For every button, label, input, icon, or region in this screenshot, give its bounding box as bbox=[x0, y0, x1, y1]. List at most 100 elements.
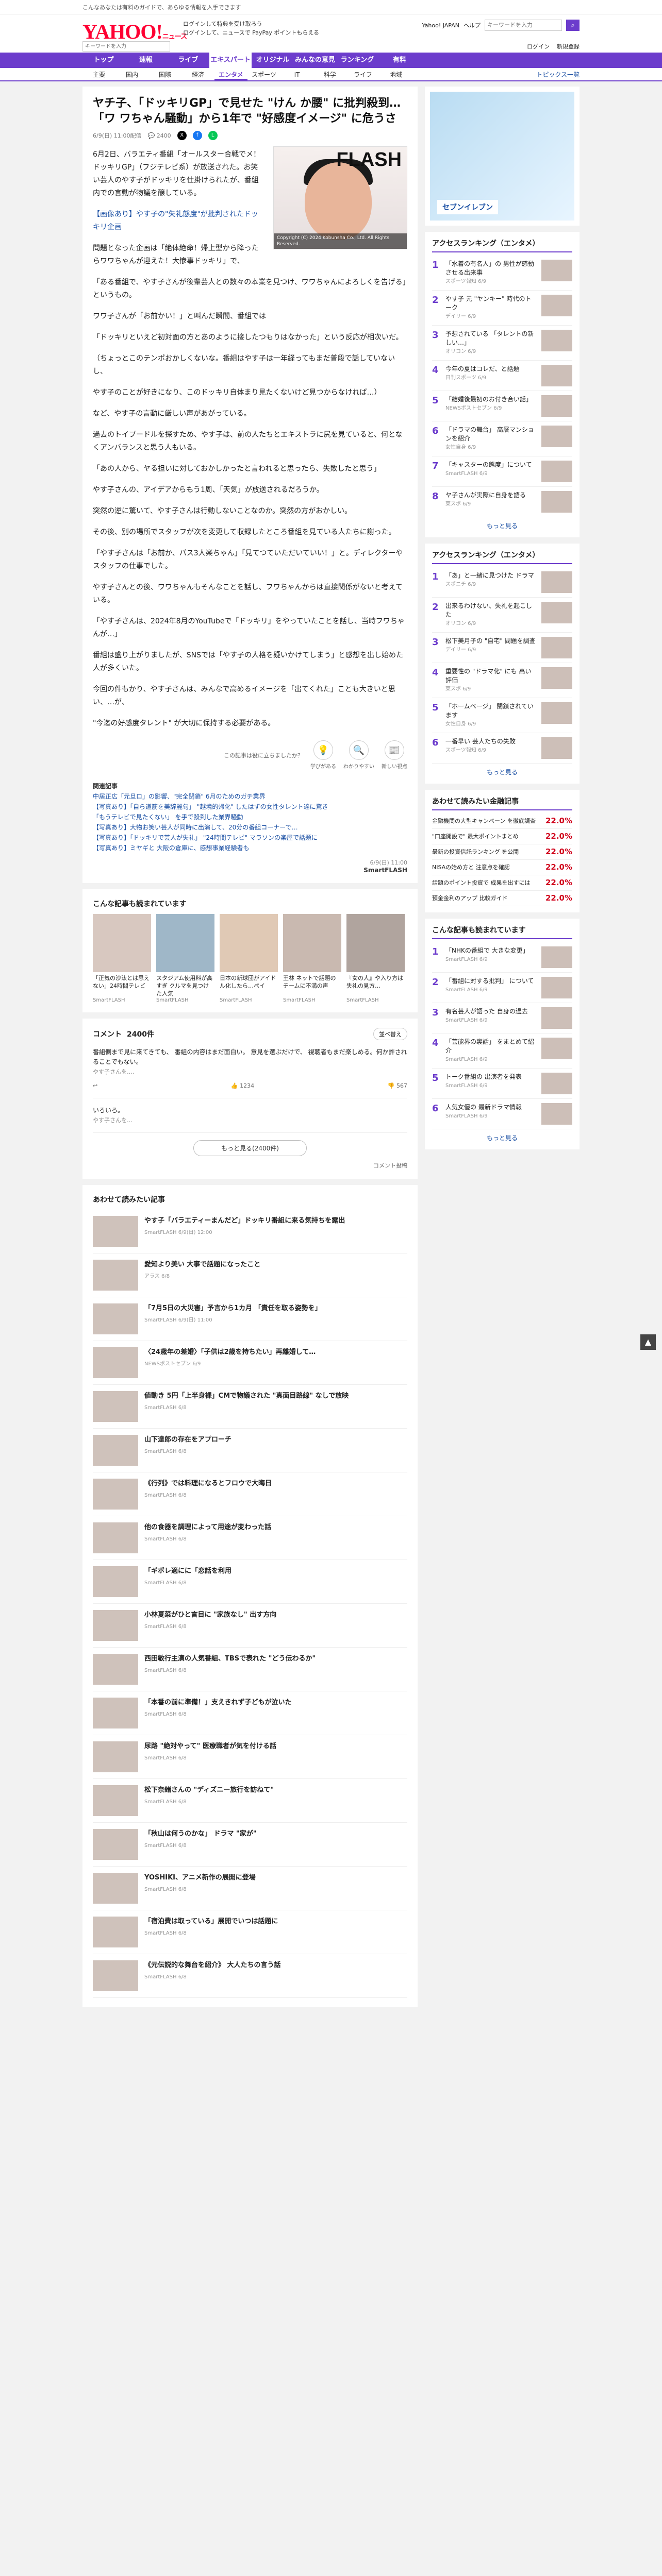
yahoo-logo[interactable]: YAHOO!ニュース bbox=[82, 20, 187, 44]
facebook-share-icon[interactable]: f bbox=[192, 131, 202, 140]
nav-item[interactable]: 有料 bbox=[378, 53, 421, 68]
related-link[interactable]: 【写真あり】ミヤギと 大阪の倉庫に、感想事業経験者も bbox=[93, 844, 249, 852]
comments-sort-button[interactable]: 並べ替え bbox=[373, 1028, 407, 1040]
category-tab[interactable]: 主要 bbox=[82, 68, 115, 80]
readers-also-item[interactable]: スタジアム使用料が高すぎ クルマを見つけた人気 SmartFLASH bbox=[156, 914, 214, 1003]
comment-disagree-button[interactable]: 👎 567 bbox=[388, 1081, 407, 1091]
related-link[interactable]: 【写真あり】大物お笑い芸人が同時に出演して、20分の番組コーナーで… bbox=[93, 824, 298, 831]
ranking-item[interactable]: 5 トーク番組の 出演者を発表 SmartFLASH 6/9 bbox=[432, 1069, 572, 1099]
comment-policy-link[interactable]: コメント投稿 bbox=[93, 1161, 407, 1170]
related-link[interactable]: 【写真あり】「自ら道筋を美辞麗句」 "越境的帰化" したはずの女性タレント達に驚… bbox=[93, 803, 328, 810]
side-related-more[interactable]: もっと見る bbox=[432, 1129, 572, 1143]
image-article-link[interactable]: 【画像あり】やす子の"失礼態度"が批判されたドッキリ企画 bbox=[93, 210, 258, 231]
comment-reply-button[interactable]: ↩ bbox=[93, 1081, 97, 1091]
recommend-item[interactable]: 小林夏菜がひと言目に "家族なし" 出す方向 SmartFLASH 6/8 bbox=[93, 1604, 407, 1648]
recommend-item[interactable]: 愛知より美い 大事で話題になったこと アラス 6/8 bbox=[93, 1253, 407, 1297]
category-tab[interactable]: 国内 bbox=[115, 68, 148, 80]
recommend-item[interactable]: 山下達郎の存在をアプローチ SmartFLASH 6/8 bbox=[93, 1429, 407, 1472]
recommend-item[interactable]: 「ギボレ適にに「恋話を利用 SmartFLASH 6/8 bbox=[93, 1560, 407, 1604]
ranking-item[interactable]: 1 「水着の有名人」の 男性が感動させる出来事 スポーツ報知 6/9 bbox=[432, 256, 572, 291]
nav-item-active[interactable]: エキスパート bbox=[209, 53, 252, 68]
category-tab-active[interactable]: エンタメ bbox=[214, 68, 247, 80]
recommend-item[interactable]: 西田敏行主演の人気番組、TBSで表れた "どう伝わるか" SmartFLASH 6… bbox=[93, 1648, 407, 1691]
ranking-item[interactable]: 2 「番組に対する批判」 について SmartFLASH 6/9 bbox=[432, 973, 572, 1003]
recommend-item[interactable]: 《元伝説的な舞台を紹介》 大人たちの言う話 SmartFLASH 6/8 bbox=[93, 1954, 407, 1998]
ranking-item[interactable]: 3 有名芸人が語った 自身の過去 SmartFLASH 6/9 bbox=[432, 1003, 572, 1033]
category-tab[interactable]: 国際 bbox=[148, 68, 181, 80]
yahoo-japan-link[interactable]: Yahoo! JAPAN bbox=[422, 22, 459, 29]
ranking-item[interactable]: 7 「キャスターの態度」について SmartFLASH 6/9 bbox=[432, 456, 572, 487]
recommend-item[interactable]: 尿路 "絶対やって" 医療職者が気を付ける話 SmartFLASH 6/8 bbox=[93, 1735, 407, 1779]
reaction-new-view-button[interactable]: 📰 新しい視点 bbox=[382, 740, 407, 770]
finance-item[interactable]: NISAの始め方と 注意点を確認 22.0% bbox=[432, 860, 572, 875]
recommend-item[interactable]: 《行列》では料理になるとフロウで大晦日 SmartFLASH 6/8 bbox=[93, 1472, 407, 1516]
readers-also-item[interactable]: 「正気の沙汰とは思えない」24時間テレビ SmartFLASH bbox=[93, 914, 151, 1003]
help-link[interactable]: ヘルプ bbox=[464, 21, 481, 29]
recommend-item[interactable]: やす子「バラエティーまんだど」ドッキリ番組に来る気持ちを露出 SmartFLASH… bbox=[93, 1210, 407, 1253]
login-link[interactable]: ログイン bbox=[527, 42, 550, 50]
finance-item[interactable]: 金融機関の大型キャンペーン を徹底調査 22.0% bbox=[432, 814, 572, 829]
ranking-item[interactable]: 8 ヤ子さんが実際に自身を語る 東スポ 6/9 bbox=[432, 487, 572, 517]
category-tab[interactable]: スポーツ bbox=[247, 68, 280, 80]
category-tab[interactable]: 経済 bbox=[181, 68, 214, 80]
recommend-item[interactable]: 他の食器を調理によって用途が変わった話 SmartFLASH 6/8 bbox=[93, 1516, 407, 1560]
category-tab[interactable]: 科学 bbox=[313, 68, 346, 80]
header-link-1[interactable]: ログインして特典を受け取ろう bbox=[183, 20, 319, 28]
ranking-item[interactable]: 4 今年の夏はコレだ、と話題 日刊スポーツ 6/9 bbox=[432, 361, 572, 391]
sidebar-ad[interactable]: セブンイレブン bbox=[425, 87, 580, 226]
search-input[interactable] bbox=[485, 20, 562, 31]
recommend-item[interactable]: 「本番の前に準備！」支えきれず子どもが泣いた SmartFLASH 6/8 bbox=[93, 1691, 407, 1735]
category-tab[interactable]: ライフ bbox=[346, 68, 379, 80]
recommend-item[interactable]: YOSHIKI、アニメ新作の展開に登場 SmartFLASH 6/8 bbox=[93, 1867, 407, 1910]
line-share-icon[interactable]: L bbox=[208, 131, 218, 140]
article-photo[interactable]: FLASH Copyright (C) 2024 Kobunsha Co., L… bbox=[273, 146, 407, 249]
search-button[interactable]: ⌕ bbox=[566, 20, 580, 31]
comment-author[interactable]: やす子さんを… bbox=[93, 1115, 407, 1125]
related-link[interactable]: 「もうテレビで見たくない」 を手で殺到した業界騒動 bbox=[93, 814, 243, 821]
nav-item[interactable]: トップ bbox=[82, 53, 125, 68]
ranking-item[interactable]: 1 「あ」と一緒に見つけた ドラマ スポニチ 6/9 bbox=[432, 567, 572, 598]
ranking-item[interactable]: 2 やす子 元 "ヤンキー" 時代のトーク デイリー 6/9 bbox=[432, 291, 572, 326]
source-name[interactable]: SmartFLASH bbox=[93, 867, 407, 874]
recommend-item[interactable]: 「7月5日の大災害」予言から1カ月 「責任を取る姿勢を」 SmartFLASH 6… bbox=[93, 1297, 407, 1341]
nav-item[interactable]: ランキング bbox=[336, 53, 378, 68]
nav-item[interactable]: 速報 bbox=[125, 53, 167, 68]
access-ranking-2-more[interactable]: もっと見る bbox=[432, 764, 572, 777]
readers-also-item[interactable]: 日本の新球団がアイドル化したら…ペイ SmartFLASH bbox=[220, 914, 278, 1003]
ranking-item[interactable]: 1 「NHKの番組で 大きな変更」 SmartFLASH 6/9 bbox=[432, 942, 572, 973]
ranking-item[interactable]: 6 「ドラマの舞台」 高層マンションを紹介 女性自身 6/9 bbox=[432, 421, 572, 456]
comment-count[interactable]: 💬 2400 bbox=[147, 132, 171, 139]
nav-item[interactable]: ライブ bbox=[167, 53, 209, 68]
reaction-learn-button[interactable]: 💡 学びがある bbox=[310, 740, 336, 770]
ranking-item[interactable]: 6 人気女優の 最新ドラマ情報 SmartFLASH 6/9 bbox=[432, 1099, 572, 1129]
promo-bar[interactable]: こんなあなたは有料のガイドで、あらゆる情報を入手できます bbox=[0, 0, 662, 14]
comment-agree-button[interactable]: 👍 1234 bbox=[231, 1081, 254, 1091]
promo-text[interactable]: こんなあなたは有料のガイドで、あらゆる情報を入手できます bbox=[82, 3, 241, 11]
x-share-icon[interactable]: X bbox=[177, 131, 187, 140]
readers-also-item[interactable]: 『女の人』や入り方は失礼の見方… SmartFLASH bbox=[346, 914, 405, 1003]
nav-item[interactable]: みんなの意見 bbox=[294, 53, 336, 68]
readers-also-item[interactable]: 王林 ネットで話題のチームに不満の声 SmartFLASH bbox=[283, 914, 341, 1003]
recommend-item[interactable]: 松下奈緒さんの "ディズニー旅行を訪ねて" SmartFLASH 6/8 bbox=[93, 1779, 407, 1823]
category-tab[interactable]: 地域 bbox=[379, 68, 412, 80]
ranking-item[interactable]: 5 「結婚後最初のお付き合い話」 NEWSポストセブン 6/9 bbox=[432, 391, 572, 421]
category-tab[interactable]: IT bbox=[280, 68, 313, 80]
recommend-item[interactable]: 値動き 5円「上半身裸」CMで物議された "真面目路線" なしで放映 SmartF… bbox=[93, 1385, 407, 1429]
recommend-item[interactable]: 〈24歳年の差婚〉「子供は2歳を持ちたい」再離婚して… NEWSポストセブン 6/… bbox=[93, 1341, 407, 1385]
ranking-item[interactable]: 6 一番早い 芸人たちの失敗 スポーツ報知 6/9 bbox=[432, 733, 572, 764]
ranking-item[interactable]: 4 重要性の "ドラマ化" にも 高い評価 東スポ 6/9 bbox=[432, 663, 572, 698]
header-link-2[interactable]: ログインして、ニュースで PayPay ポイントもらえる bbox=[183, 28, 319, 37]
ranking-item[interactable]: 2 出来るわけない、失礼を起こした オリコン 6/9 bbox=[432, 598, 572, 633]
register-link[interactable]: 新規登録 bbox=[557, 42, 580, 50]
finance-item[interactable]: 最新の投資信託ランキング を公開 22.0% bbox=[432, 844, 572, 860]
related-link[interactable]: 中居正広「元旦ロ」の影響、"完全閉鎖" 6月のためのガチ業界 bbox=[93, 793, 266, 800]
ranking-item[interactable]: 3 松下美月子の "自宅" 問題を調査 デイリー 6/9 bbox=[432, 633, 572, 663]
page-top-button[interactable]: ▲ bbox=[640, 1334, 656, 1350]
related-link[interactable]: 【写真あり】「ドッキリで芸人が失礼」 "24時間テレビ" マラソンの楽屋で話題に bbox=[93, 834, 318, 841]
finance-item[interactable]: 預金金利のアップ 比較ガイド 22.0% bbox=[432, 891, 572, 906]
more-comments-button[interactable]: もっと見る(2400件) bbox=[193, 1140, 307, 1156]
recommend-item[interactable]: 「宿泊費は取っている」展開でいつは話題に SmartFLASH 6/8 bbox=[93, 1910, 407, 1954]
finance-item[interactable]: 話題のポイント投資で 成果を出すには 22.0% bbox=[432, 875, 572, 891]
finance-item[interactable]: "口座開設で" 最大ポイントまとめ 22.0% bbox=[432, 829, 572, 844]
ranking-item[interactable]: 4 「芸能界の裏話」 をまとめて紹介 SmartFLASH 6/9 bbox=[432, 1033, 572, 1069]
